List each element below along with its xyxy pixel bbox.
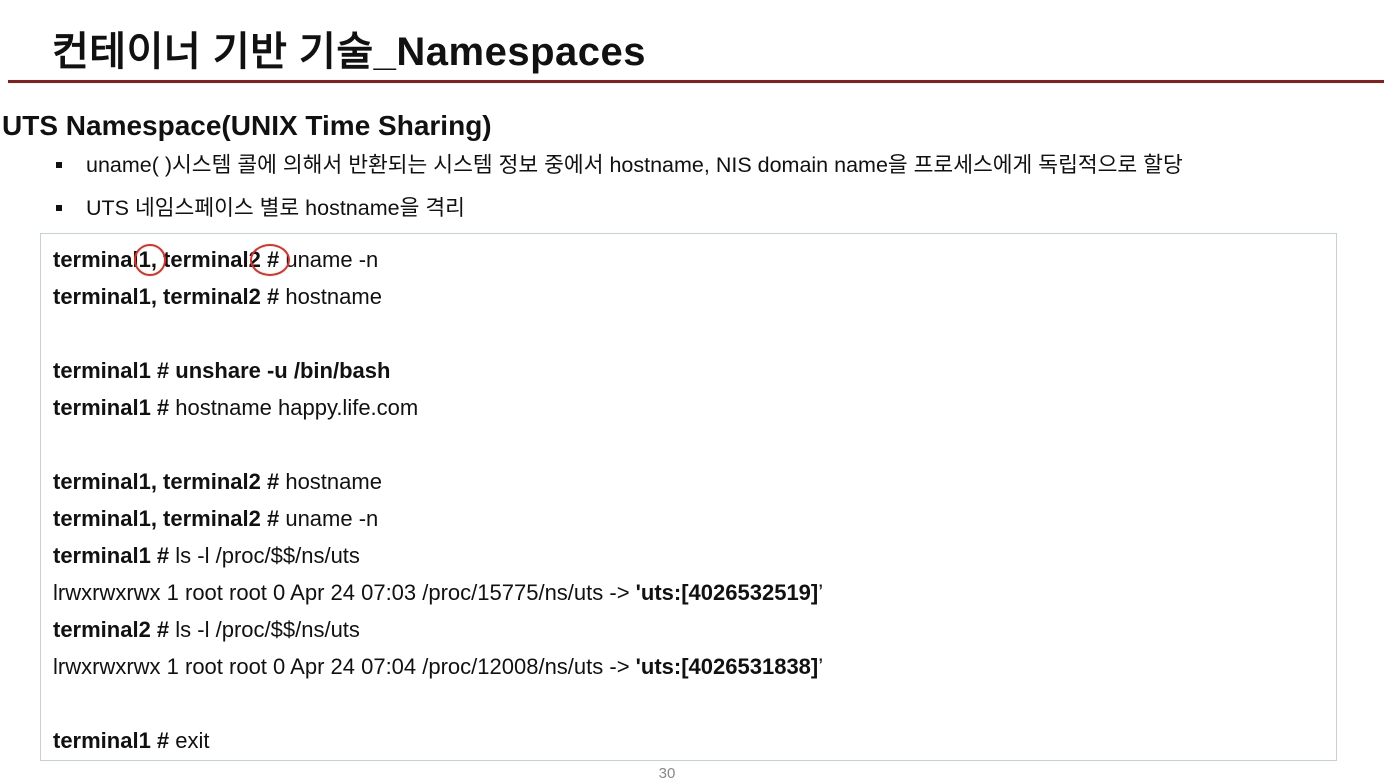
code-command: uname -n bbox=[279, 506, 379, 531]
code-prompt: terminal1 # bbox=[53, 728, 170, 753]
code-line: terminal1, terminal2 # hostname bbox=[53, 467, 382, 497]
square-bullet-icon bbox=[56, 162, 62, 168]
code-prompt: terminal1, terminal2 # bbox=[53, 247, 280, 272]
code-command: hostname bbox=[279, 469, 382, 494]
bullet-text: uname( )시스템 콜에 의해서 반환되는 시스템 정보 중에서 hostn… bbox=[86, 153, 1183, 177]
page-number: 30 bbox=[658, 765, 676, 782]
code-line: terminal1, terminal2 # hostname bbox=[53, 282, 382, 312]
code-prompt: terminal1 # bbox=[53, 543, 170, 568]
bullet-text: UTS 네임스페이스 별로 hostname을 격리 bbox=[86, 196, 465, 220]
code-command: exit bbox=[169, 728, 210, 753]
bullet-item: UTS 네임스페이스 별로 hostname을 격리 bbox=[56, 187, 1183, 230]
annotation-circle-1 bbox=[134, 244, 166, 276]
code-line: terminal1, terminal2 # uname -n bbox=[53, 504, 378, 534]
code-command: ls -l /proc/$$/ns/uts bbox=[169, 617, 360, 642]
code-prompt: terminal1 # bbox=[53, 395, 170, 420]
code-command: hostname happy.life.com bbox=[169, 395, 419, 420]
code-command: uname -n bbox=[279, 247, 379, 272]
code-line: terminal1 # unshare -u /bin/bash bbox=[53, 356, 390, 386]
code-prompt: terminal1 # bbox=[53, 358, 170, 383]
code-command: hostname bbox=[279, 284, 382, 309]
command-example-box: terminal1, terminal2 # uname -n terminal… bbox=[40, 233, 1337, 761]
code-prompt: terminal1, terminal2 # bbox=[53, 506, 280, 531]
code-line: terminal1 # hostname happy.life.com bbox=[53, 393, 418, 423]
square-bullet-icon bbox=[56, 205, 62, 211]
slide-title: 컨테이너 기반 기술_Namespaces bbox=[52, 30, 646, 74]
code-prompt: terminal2 # bbox=[53, 617, 170, 642]
code-prompt: terminal1, terminal2 # bbox=[53, 469, 280, 494]
section-heading: UTS Namespace(UNIX Time Sharing) bbox=[2, 110, 492, 141]
code-line: terminal2 # ls -l /proc/$$/ns/uts bbox=[53, 615, 360, 645]
output-text: lrwxrwxrwx 1 root root 0 Apr 24 07:03 /p… bbox=[53, 580, 636, 605]
code-line: terminal1 # ls -l /proc/$$/ns/uts bbox=[53, 541, 360, 571]
code-line: terminal1, terminal2 # uname -n bbox=[53, 245, 378, 275]
bullet-list: uname( )시스템 콜에 의해서 반환되는 시스템 정보 중에서 hostn… bbox=[56, 144, 1183, 230]
code-command: unshare -u /bin/bash bbox=[169, 358, 391, 383]
bullet-item: uname( )시스템 콜에 의해서 반환되는 시스템 정보 중에서 hostn… bbox=[56, 144, 1183, 187]
title-divider bbox=[8, 80, 1384, 83]
quote-close: ’ bbox=[818, 654, 824, 679]
output-text: lrwxrwxrwx 1 root root 0 Apr 24 07:04 /p… bbox=[53, 654, 636, 679]
uts-inode: uts:[4026531838] bbox=[640, 654, 819, 679]
code-line: terminal1 # exit bbox=[53, 726, 210, 756]
code-prompt: terminal1, terminal2 # bbox=[53, 284, 280, 309]
code-output-line: lrwxrwxrwx 1 root root 0 Apr 24 07:04 /p… bbox=[53, 652, 823, 682]
annotation-circle-2 bbox=[250, 244, 290, 276]
code-output-line: lrwxrwxrwx 1 root root 0 Apr 24 07:03 /p… bbox=[53, 578, 823, 608]
code-command: ls -l /proc/$$/ns/uts bbox=[169, 543, 360, 568]
uts-inode: uts:[4026532519] bbox=[640, 580, 819, 605]
quote-close: ’ bbox=[818, 580, 824, 605]
